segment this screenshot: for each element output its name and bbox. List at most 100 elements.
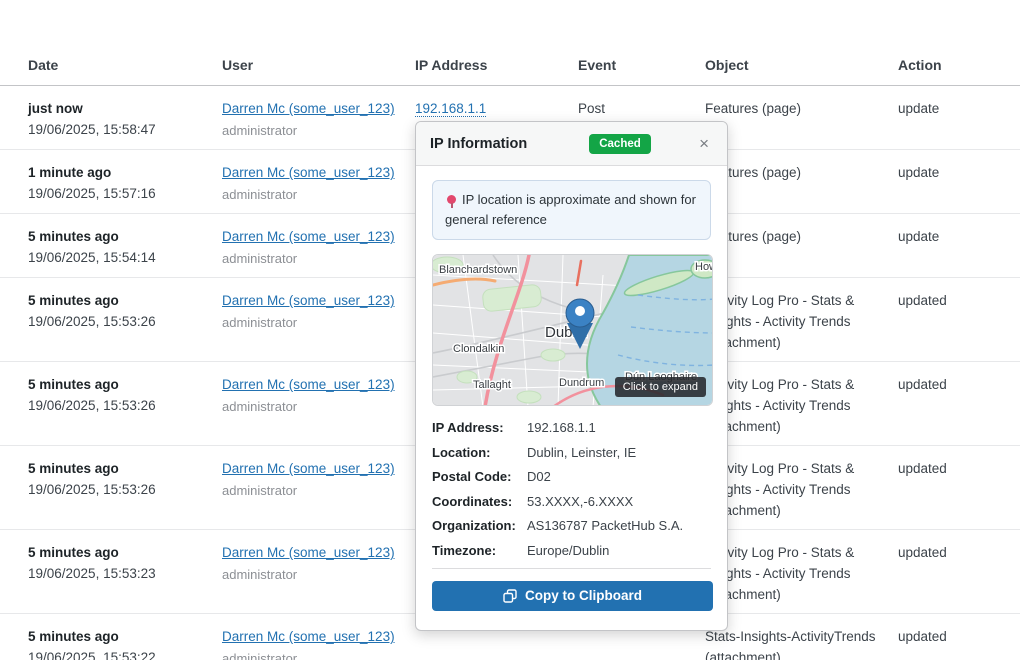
action-cell: update [898,226,1020,269]
object-cell: Activity Log Pro - Stats & Insights - Ac… [705,374,895,437]
action-cell: updated [898,374,1020,437]
date-cell: 5 minutes ago 19/06/2025, 15:53:23 [28,542,222,605]
absolute-datetime: 19/06/2025, 15:53:26 [28,395,208,416]
event-cell [578,626,705,660]
absolute-datetime: 19/06/2025, 15:57:16 [28,183,208,204]
map-label-clondalkin: Clondalkin [453,343,504,355]
column-header-object: Object [705,57,898,85]
action-cell: updated [898,290,1020,353]
user-cell: Darren Mc (some_user_123) administrator [222,98,415,141]
column-header-ip: IP Address [415,57,578,85]
field-label: Organization: [432,518,527,533]
relative-time: 5 minutes ago [28,290,208,311]
relative-time: 5 minutes ago [28,226,208,247]
relative-time: just now [28,98,208,119]
action-cell: updated [898,626,1020,660]
field-label: IP Address: [432,420,527,435]
ip-address-link[interactable]: 192.168.1.1 [415,101,486,117]
field-label: Location: [432,445,527,460]
copy-icon [503,589,517,603]
object-cell: Stats-Insights-ActivityTrends (attachmen… [705,626,895,660]
object-cell: Features (page) [705,226,895,269]
date-cell: 5 minutes ago 19/06/2025, 15:53:22 [28,626,222,660]
date-cell: 5 minutes ago 19/06/2025, 15:54:14 [28,226,222,269]
column-header-event: Event [578,57,705,85]
absolute-datetime: 19/06/2025, 15:54:14 [28,247,208,268]
field-organization: Organization: AS136787 PacketHub S.A. [432,518,711,533]
map-label-dundrum: Dundrum [559,377,604,389]
absolute-datetime: 19/06/2025, 15:53:26 [28,479,208,500]
location-map[interactable]: Blanchardstown Howth Dublin Clondalkin T… [432,254,713,406]
object-cell: Features (page) [705,162,895,205]
user-cell: Darren Mc (some_user_123) administrator [222,374,415,437]
user-link[interactable]: Darren Mc (some_user_123) [222,377,395,392]
user-link[interactable]: Darren Mc (some_user_123) [222,165,395,180]
user-role: administrator [222,312,401,333]
popup-divider [432,568,711,569]
relative-time: 1 minute ago [28,162,208,183]
date-cell: 5 minutes ago 19/06/2025, 15:53:26 [28,458,222,521]
popup-title: IP Information [430,136,527,152]
absolute-datetime: 19/06/2025, 15:53:23 [28,563,208,584]
popup-header: IP Information Cached × [416,122,727,166]
relative-time: 5 minutes ago [28,542,208,563]
field-value: D02 [527,469,711,484]
column-header-user: User [222,57,415,85]
ip-information-popup: IP Information Cached × IP location is a… [415,121,728,631]
user-cell: Darren Mc (some_user_123) administrator [222,542,415,605]
user-role: administrator [222,564,401,585]
activity-log-page: Date User IP Address Event Object Action… [0,0,1020,660]
user-link[interactable]: Darren Mc (some_user_123) [222,101,395,116]
map-expand-tooltip: Click to expand [615,377,706,397]
user-role: administrator [222,396,401,417]
field-coordinates: Coordinates: 53.XXXX,-6.XXXX [432,494,711,509]
user-link[interactable]: Darren Mc (some_user_123) [222,293,395,308]
field-value: 192.168.1.1 [527,420,711,435]
user-link[interactable]: Darren Mc (some_user_123) [222,629,395,644]
relative-time: 5 minutes ago [28,458,208,479]
date-cell: 5 minutes ago 19/06/2025, 15:53:26 [28,374,222,437]
object-cell: Activity Log Pro - Stats & Insights - Ac… [705,542,895,605]
close-icon[interactable]: × [695,133,713,154]
user-link[interactable]: Darren Mc (some_user_123) [222,461,395,476]
field-postal-code: Postal Code: D02 [432,469,711,484]
user-cell: Darren Mc (some_user_123) administrator [222,626,415,660]
relative-time: 5 minutes ago [28,374,208,395]
field-label: Coordinates: [432,494,527,509]
object-cell: Activity Log Pro - Stats & Insights - Ac… [705,458,895,521]
user-cell: Darren Mc (some_user_123) administrator [222,226,415,269]
action-cell: update [898,162,1020,205]
absolute-datetime: 19/06/2025, 15:53:22 [28,647,208,660]
relative-time: 5 minutes ago [28,626,208,647]
date-cell: 5 minutes ago 19/06/2025, 15:53:26 [28,290,222,353]
map-label-howth: Howth [695,261,713,273]
user-link[interactable]: Darren Mc (some_user_123) [222,229,395,244]
field-value: Dublin, Leinster, IE [527,445,711,460]
map-label-tallaght: Tallaght [473,379,511,391]
field-ip-address: IP Address: 192.168.1.1 [432,420,711,435]
copy-button-label: Copy to Clipboard [525,588,642,603]
note-text: IP location is approximate and shown for… [445,192,696,227]
ip-cell [415,626,578,660]
pin-icon [447,195,456,204]
cached-badge: Cached [589,134,651,154]
user-cell: Darren Mc (some_user_123) administrator [222,162,415,205]
map-label-blanchardstown: Blanchardstown [439,264,517,276]
user-role: administrator [222,248,401,269]
copy-to-clipboard-button[interactable]: Copy to Clipboard [432,581,713,611]
user-role: administrator [222,120,401,141]
ip-details-list: IP Address: 192.168.1.1 Location: Dublin… [432,420,711,558]
absolute-datetime: 19/06/2025, 15:53:26 [28,311,208,332]
column-header-date: Date [28,57,222,85]
user-role: administrator [222,480,401,501]
user-role: administrator [222,184,401,205]
field-value: Europe/Dublin [527,543,711,558]
object-cell: Activity Log Pro - Stats & Insights - Ac… [705,290,895,353]
ip-location-note: IP location is approximate and shown for… [432,180,711,240]
field-label: Timezone: [432,543,527,558]
action-cell: update [898,98,1020,141]
date-cell: just now 19/06/2025, 15:58:47 [28,98,222,141]
user-cell: Darren Mc (some_user_123) administrator [222,458,415,521]
column-header-action: Action [898,57,1020,85]
user-link[interactable]: Darren Mc (some_user_123) [222,545,395,560]
